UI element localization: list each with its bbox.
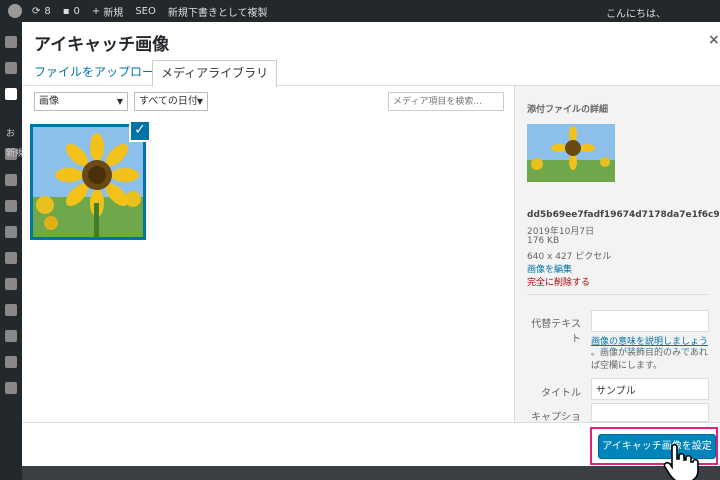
delete-permanently-link[interactable]: 完全に削除する [527,275,590,288]
attachment-preview-image [527,124,615,182]
plugins-icon[interactable] [5,278,17,290]
modal-title: アイキャッチ画像 [34,35,170,55]
modal-footer: アイキャッチ画像を設定 [22,422,720,480]
new-content-link[interactable]: + 新規 [92,4,123,19]
selected-check-icon[interactable]: ✓ [129,120,151,142]
comments-menu-icon[interactable] [5,200,17,212]
comment-icon: ▪ [62,5,70,17]
attachment-details-heading: 添付ファイルの詳細 [527,105,609,115]
backdrop [22,466,720,480]
plus-icon: + [91,5,101,17]
title-label: タイトル [541,388,581,399]
attachment-details-panel: 添付ファイルの詳細 dd5b69ee7fadf19674d7178da7e1f6… [514,86,720,438]
alt-help-text: 。画像が装飾目的のみであれば空欄にします。 [591,348,708,371]
date-filter[interactable]: すべての日付 ▼ [134,92,208,111]
alt-help-link[interactable]: 画像の意味を説明しましょう [591,334,708,347]
users-icon[interactable] [5,304,17,316]
duplicate-draft-link[interactable]: 新規下書きとして複製 [168,4,268,19]
chevron-down-icon: ▼ [116,97,123,106]
media-search-input[interactable] [388,92,504,111]
divider [527,294,709,295]
menu-partial-text: お [6,129,16,139]
comments-count: 0 [73,5,80,17]
featured-image-modal: アイキャッチ画像 × ファイルをアップロード メディアライブラリ 画像 ▼ すべ… [22,22,720,480]
new-label: 新規 [103,7,124,19]
pin2-icon[interactable] [5,226,17,238]
title-field[interactable]: サンプル [591,378,709,400]
edit-image-link[interactable]: 画像を編集 [527,262,572,275]
seo-link[interactable]: SEO [135,6,156,17]
attachment-filename: dd5b69ee7fadf19674d7178da7e1f6c9.jpg [527,210,720,220]
settings-icon[interactable] [5,62,17,74]
greeting[interactable]: こんにちは、 [606,5,666,20]
date-filter-value: すべての日付 [139,96,198,107]
media-type-filter[interactable]: 画像 ▼ [34,92,128,111]
caption-field[interactable] [591,403,709,422]
dashboard-icon[interactable] [5,36,17,48]
updates-count: 8 [44,5,51,17]
refresh-icon: ⟳ [32,5,41,17]
chevron-down-icon: ▼ [196,97,203,106]
attachment-dimensions: 640 x 427 ピクセル [527,252,612,262]
modal-tabs: ファイルをアップロード メディアライブラリ [22,56,720,87]
collapse-icon[interactable] [5,382,17,394]
sunflower-preview [527,124,615,182]
pages-icon[interactable] [5,174,17,186]
tab-media-library[interactable]: メディアライブラリ [152,60,278,87]
comments-link[interactable]: ▪ 0 [63,6,80,17]
appearance-icon[interactable] [5,252,17,264]
close-icon[interactable]: × [708,32,720,48]
hand-cursor-icon [663,443,699,480]
updates-link[interactable]: ⟳ 8 [32,6,51,17]
pin-icon[interactable] [5,88,17,100]
alt-text-field[interactable] [591,310,709,332]
admin-side-menu [0,22,22,480]
attachment-size: 176 KB [527,236,560,246]
admin-bar: ⟳ 8 ▪ 0 + 新規 SEO 新規下書きとして複製 こんにちは、 [0,0,720,22]
settings2-icon[interactable] [5,356,17,368]
tools-icon[interactable] [5,330,17,342]
sunflower-image [33,127,143,237]
media-type-filter-value: 画像 [39,96,59,107]
alt-text-label: 代替テキスト [531,319,581,345]
wordpress-logo-icon[interactable] [8,4,22,18]
